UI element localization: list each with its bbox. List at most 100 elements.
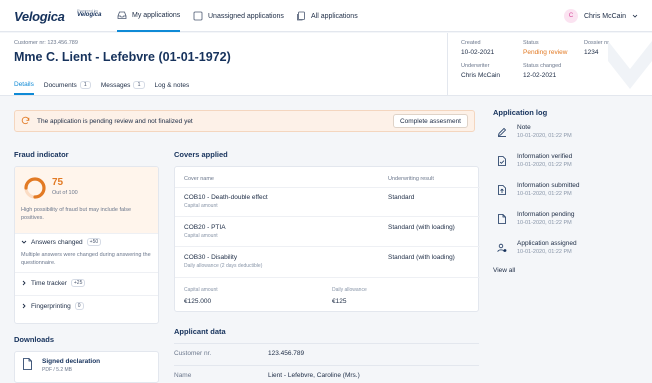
cover-result: Standard (with loading) <box>388 254 455 261</box>
square-icon <box>193 11 203 21</box>
log-title: Information submitted <box>517 182 580 189</box>
fraud-section-time-tracker[interactable]: Time tracker +25 <box>21 279 86 287</box>
alert-message: The application is pending review and no… <box>37 118 193 125</box>
nav-tab-my-applications[interactable]: My applications <box>117 0 181 32</box>
applicant-data-title: Applicant data <box>174 327 226 336</box>
fraud-section-badge: 0 <box>74 302 84 310</box>
nav-tab-unassigned-applications[interactable]: Unassigned applications <box>193 0 284 32</box>
log-item[interactable]: Information submitted 10-01-2020, 01:22 … <box>493 182 643 206</box>
log-item[interactable]: Information verified 10-01-2020, 01:22 P… <box>493 153 643 177</box>
cover-sub: Daily allowance (2 days deductible) <box>184 263 263 269</box>
cover-name: COB30 - Disability <box>184 254 238 261</box>
covers-applied-title: Covers applied <box>174 150 228 159</box>
divider <box>175 246 480 247</box>
status-badge: Pending review <box>523 49 568 56</box>
applicant-label: Customer nr. <box>174 350 212 357</box>
fraud-section-label: Answers changed <box>31 238 83 246</box>
complete-assessment-button[interactable]: Complete assesment <box>392 114 468 128</box>
log-time: 10-01-2020, 01:22 PM <box>517 249 572 255</box>
applicant-value: Lient - Lefebvre, Caroline (Mrs.) <box>268 372 360 379</box>
dossier-value: 1234 <box>584 49 599 56</box>
velogica-logo[interactable]: Velogica <box>14 9 65 24</box>
pencil-icon <box>497 127 507 137</box>
log-time: 10-01-2020, 01:22 PM <box>517 133 572 139</box>
divider <box>175 216 480 217</box>
status-changed-value: 12-02-2021 <box>523 72 557 79</box>
fraud-indicator-title: Fraud indicator <box>14 150 69 159</box>
chevron-right-icon <box>22 303 26 309</box>
nav-tab-label: All applications <box>311 12 358 20</box>
application-header: Customer nr: 123.456.789 Mme C. Lient - … <box>0 33 652 96</box>
fraud-section-label: Fingerprinting <box>31 302 71 310</box>
cover-name: COB10 - Death-double effect <box>184 194 268 201</box>
fraud-score-gauge <box>24 177 46 199</box>
count-badge: 1 <box>79 81 91 89</box>
log-title: Note <box>517 124 531 131</box>
log-title: Application assigned <box>517 240 577 247</box>
created-label: Created <box>461 40 481 46</box>
user-menu[interactable]: C Chris McCain <box>563 9 638 23</box>
doc-icon <box>498 214 506 224</box>
powered-by: Powered by Velogica <box>77 8 101 18</box>
status-label: Status <box>523 40 539 46</box>
nav-tab-label: My applications <box>132 11 181 19</box>
log-item[interactable]: Note 10-01-2020, 01:22 PM <box>493 124 643 148</box>
detail-tabs: Details Documents 1 Messages 1 Log & not… <box>14 75 189 95</box>
decorative-chevron-graphic <box>608 41 652 89</box>
cover-sub: Capital amount <box>184 203 218 209</box>
log-time: 10-01-2020, 01:22 PM <box>517 162 572 168</box>
cover-result: Standard (with loading) <box>388 224 455 231</box>
user-assign-icon <box>497 243 507 252</box>
fraud-section-description: Multiple answers were changed during ans… <box>21 252 151 266</box>
divider <box>15 295 158 296</box>
refresh-icon <box>21 116 30 125</box>
log-title: Information verified <box>517 153 573 160</box>
fraud-score-max: Out of 100 <box>52 190 78 196</box>
column-header-underwriting-result: Underwriting result <box>388 176 434 182</box>
log-item[interactable]: Information pending 10-01-2020, 01:22 PM <box>493 211 643 235</box>
application-log-title: Application log <box>493 108 548 117</box>
tab-messages[interactable]: Messages 1 <box>101 75 145 95</box>
total-value: €125 <box>332 298 347 305</box>
applicant-value: 123.456.789 <box>268 350 305 357</box>
chevron-right-icon <box>22 280 26 286</box>
log-title: Information pending <box>517 211 575 218</box>
customer-number: Customer nr: 123.456.789 <box>14 40 78 46</box>
doc-check-icon <box>498 156 506 166</box>
doc-upload-icon <box>498 185 506 195</box>
application-meta: Created 10-02-2021 Status Pending review… <box>447 33 652 96</box>
tab-details[interactable]: Details <box>14 75 34 95</box>
download-item[interactable]: Signed declaration PDF / 5.2 MB <box>14 351 159 383</box>
underwriter-label: Underwriter <box>461 63 490 69</box>
fraud-section-badge: +25 <box>70 279 86 287</box>
column-header-cover-name: Cover name <box>184 176 214 182</box>
tab-label: Details <box>14 80 34 88</box>
cover-sub: Capital amount <box>184 233 218 239</box>
cover-name: COB20 - PTIA <box>184 224 226 231</box>
log-time: 10-01-2020, 01:22 PM <box>517 191 572 197</box>
tab-log-notes[interactable]: Log & notes <box>155 75 190 95</box>
divider <box>175 187 480 188</box>
cover-result: Standard <box>388 194 415 201</box>
fraud-score-panel: 75 Out of 100 High possibility of fraud … <box>15 167 158 234</box>
tab-documents[interactable]: Documents 1 <box>44 75 91 95</box>
page-title: Mme C. Lient - Lefebvre (01-01-1972) <box>14 50 231 64</box>
fraud-section-answers-changed[interactable]: Answers changed +50 <box>21 238 102 246</box>
log-item[interactable]: Application assigned 10-01-2020, 01:22 P… <box>493 240 643 264</box>
fraud-section-fingerprinting[interactable]: Fingerprinting 0 <box>21 302 84 310</box>
nav-tab-all-applications[interactable]: All applications <box>296 0 358 32</box>
view-all-link[interactable]: View all <box>493 267 515 274</box>
download-meta: PDF / 5.2 MB <box>42 367 73 373</box>
applicant-row: Customer nr. 123.456.789 <box>174 343 479 364</box>
status-changed-label: Status changed <box>523 63 562 69</box>
fraud-description: High possibility of fraud but may includ… <box>21 207 132 221</box>
count-badge: 1 <box>133 81 145 89</box>
tab-label: Messages <box>100 81 131 89</box>
top-navigation-bar: Velogica Powered by Velogica My applicat… <box>0 0 652 32</box>
tab-label: Log & notes <box>154 81 190 89</box>
chevron-down-icon <box>632 14 638 18</box>
applicant-row: Name Lient - Lefebvre, Caroline (Mrs.) <box>174 365 479 383</box>
avatar: C <box>563 9 578 23</box>
underwriter-value: Chris McCain <box>461 72 501 79</box>
covers-table: Cover name Underwriting result COB10 - D… <box>174 166 480 312</box>
